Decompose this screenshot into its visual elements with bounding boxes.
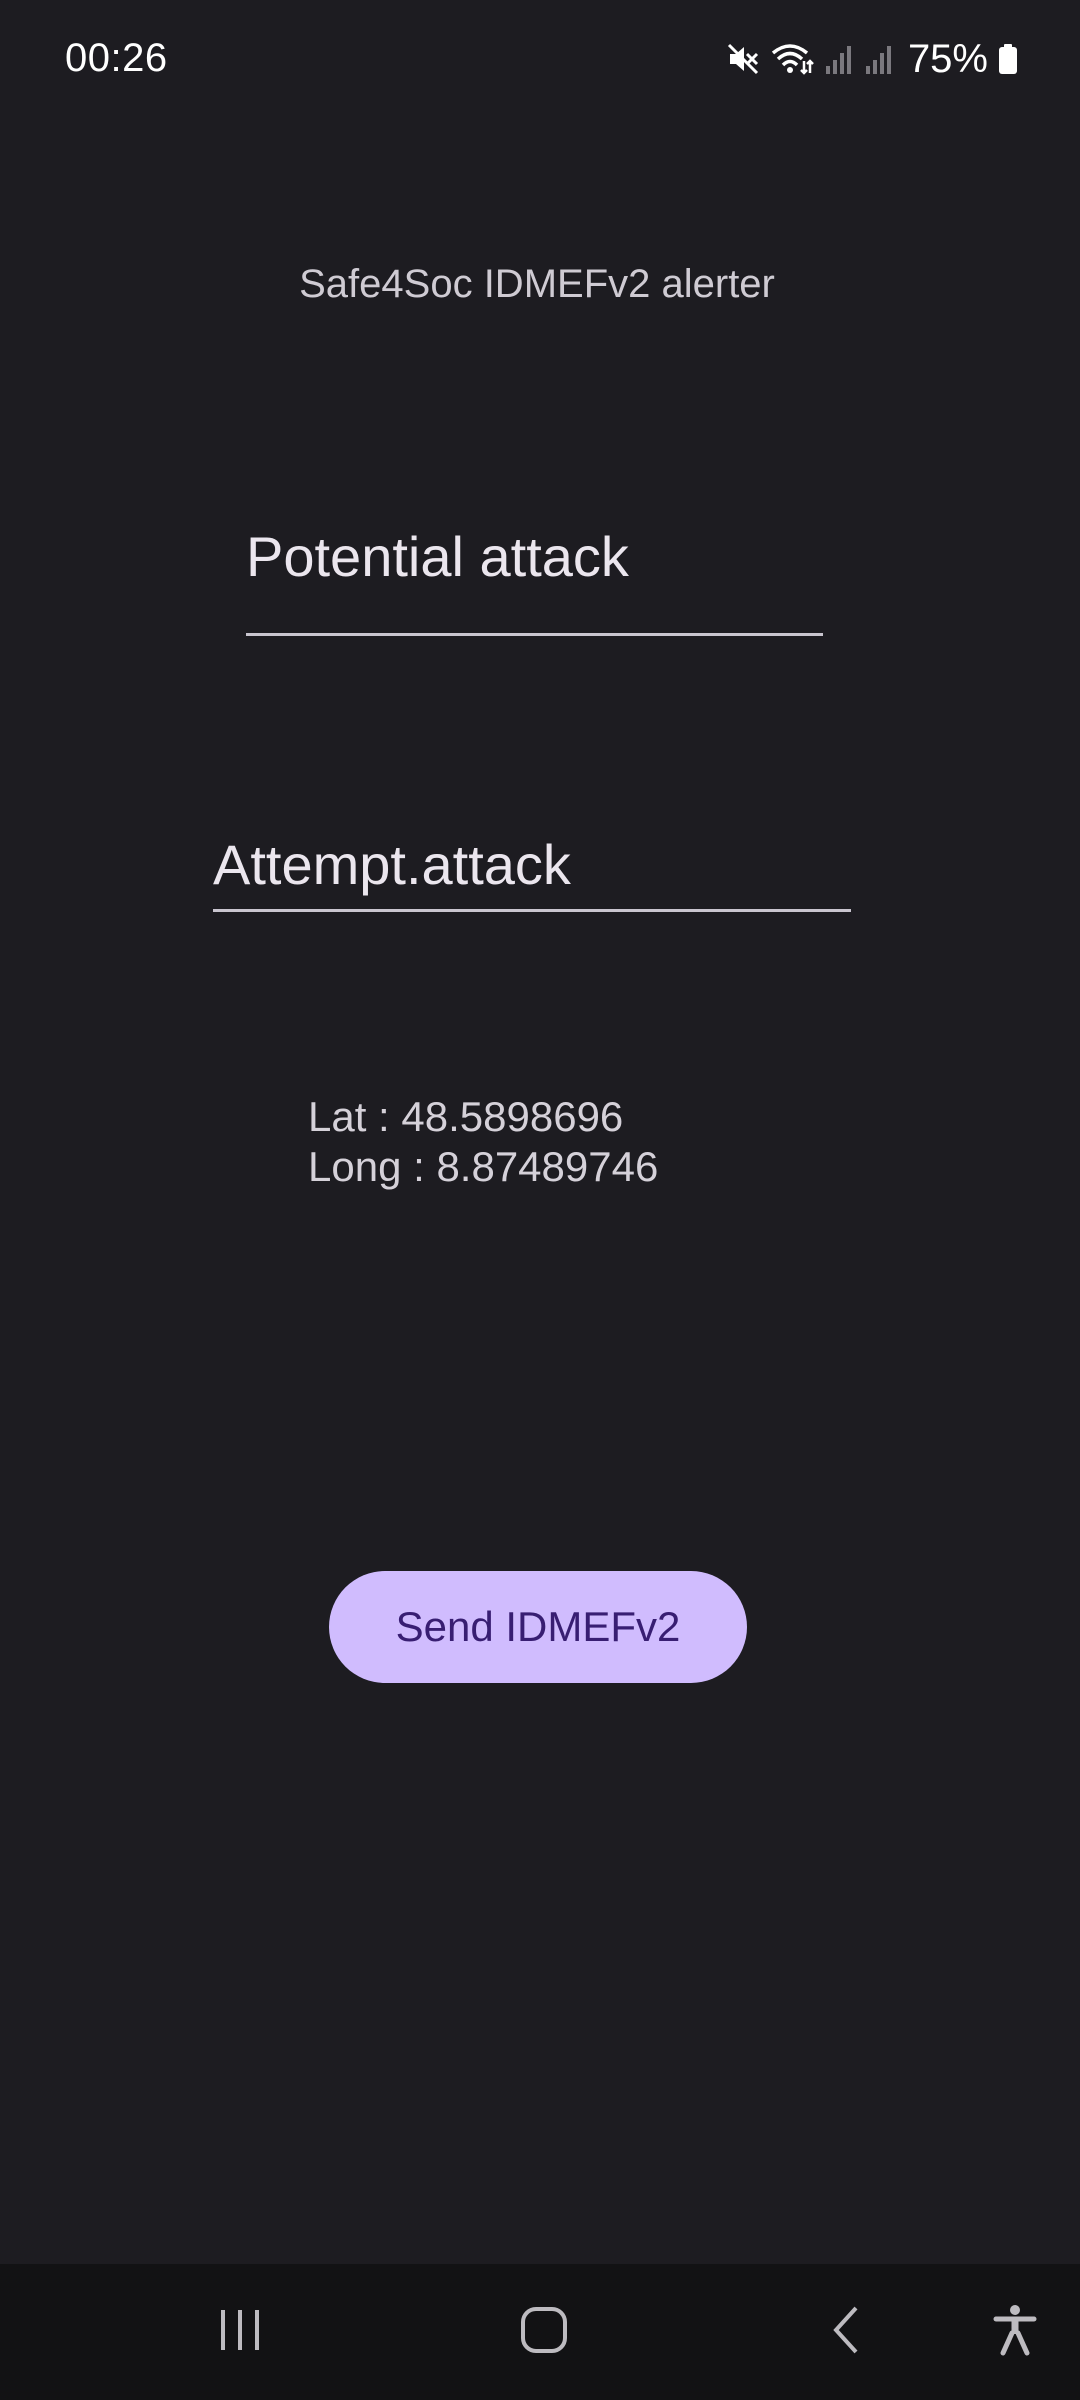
status-icons: 75% [726, 34, 1018, 84]
recent-apps-icon [217, 2308, 263, 2357]
send-idmef-button[interactable]: Send IDMEFv2 [329, 1571, 747, 1683]
location-readout: Lat : 48.5898696 Long : 8.87489746 [308, 1092, 658, 1192]
longitude-text: Long : 8.87489746 [308, 1143, 659, 1190]
recent-apps-button[interactable] [180, 2264, 300, 2400]
signal-icon-1 [824, 42, 854, 76]
navigation-bar [0, 2264, 1080, 2400]
latitude-text: Lat : 48.5898696 [308, 1093, 624, 1140]
battery-percent: 75% [907, 36, 988, 81]
alert-category-input[interactable] [213, 820, 851, 912]
signal-icon-2 [864, 42, 894, 76]
app-title: Safe4Soc IDMEFv2 alerter [299, 262, 775, 306]
back-icon [830, 2305, 862, 2360]
home-button[interactable] [484, 2264, 604, 2400]
home-icon [520, 2306, 568, 2359]
status-bar: 00:26 75% [0, 0, 1080, 120]
accessibility-button[interactable] [960, 2264, 1070, 2400]
mute-icon [726, 42, 760, 76]
battery-icon [998, 42, 1018, 76]
status-time: 00:26 [65, 36, 168, 80]
back-button[interactable] [786, 2264, 906, 2400]
wifi-icon [770, 41, 814, 77]
accessibility-icon [993, 2304, 1037, 2361]
alert-description-input[interactable] [246, 480, 823, 636]
